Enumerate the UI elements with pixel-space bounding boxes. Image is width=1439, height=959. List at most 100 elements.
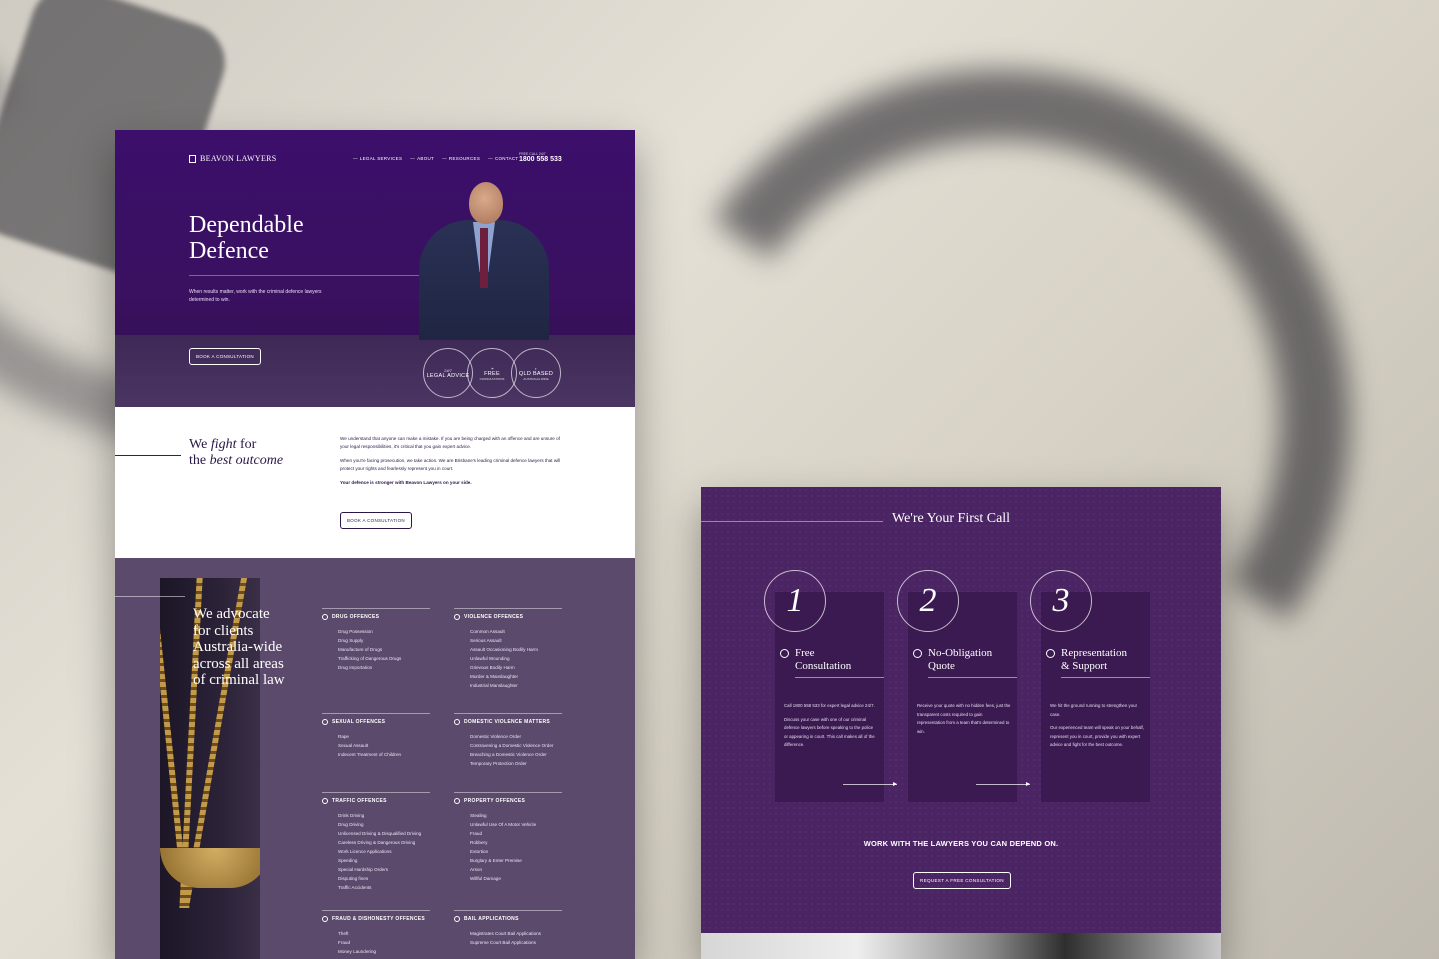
category-list: Drink Driving Drug Driving Unlicensed Driv… <box>322 811 430 892</box>
category-link[interactable]: Magistrates Court Bail Applications <box>470 929 562 938</box>
category-link[interactable]: Manufacture of Drugs <box>338 645 430 654</box>
category-link[interactable]: Fraud <box>338 938 430 947</box>
step-paragraph: Discuss your case with one of our crimin… <box>784 716 875 748</box>
category-heading[interactable]: DOMESTIC VIOLENCE MATTERS <box>454 719 562 725</box>
book-consultation-button[interactable]: BOOK A CONSULTATION <box>189 348 261 365</box>
category-link[interactable]: Willful Damage <box>470 874 562 883</box>
category-link[interactable]: Temporary Protection Order <box>470 759 562 768</box>
hero-title-line1: Dependable <box>189 212 304 238</box>
category-link[interactable]: Domestic Violence Order <box>470 732 562 741</box>
category-link[interactable]: Unlicensed Driving & Disqualified Drivin… <box>338 829 430 838</box>
step-divider <box>1061 677 1150 678</box>
category-link[interactable]: Sexual Assault <box>338 741 430 750</box>
practice-category: VIOLENCE OFFENCES Common Assault Serious A… <box>454 608 562 690</box>
intro-copy: We understand that anyone can make a mis… <box>340 435 568 493</box>
category-link[interactable]: Special Hardship Orders <box>338 865 430 874</box>
category-link[interactable]: Common Assault <box>470 627 562 636</box>
category-link[interactable]: Contravening a Domestic Violence Order <box>470 741 562 750</box>
intro-title-word: the <box>189 453 207 468</box>
category-link[interactable]: Supreme Court Bail Applications <box>470 938 562 947</box>
request-consultation-button[interactable]: REQUEST A FREE CONSULTATION <box>913 872 1011 889</box>
category-link[interactable]: Industrial Manslaughter <box>470 681 562 690</box>
step-card-2: 2 No-Obligation Quote Receive your quote… <box>897 570 1030 802</box>
category-heading[interactable]: PROPERTY OFFENCES <box>454 798 562 804</box>
intro-book-consultation-button[interactable]: BOOK A CONSULTATION <box>340 512 412 529</box>
category-list: Common Assault Serious Assault Assault Occ… <box>454 627 562 690</box>
category-link[interactable]: Stealing <box>470 811 562 820</box>
intro-paragraph: We understand that anyone can make a mis… <box>340 436 560 449</box>
practice-category: DOMESTIC VIOLENCE MATTERS Domestic Violen… <box>454 713 562 768</box>
category-link[interactable]: Drug Possession <box>338 627 430 636</box>
category-link[interactable]: Murder & Manslaughter <box>470 672 562 681</box>
category-heading[interactable]: DRUG OFFENCES <box>322 614 430 620</box>
step-paragraph: Call 1800 558 533 for expert legal advic… <box>784 703 875 708</box>
category-heading[interactable]: BAIL APPLICATIONS <box>454 916 562 922</box>
category-list: Drug Possession Drug Supply Manufacture of… <box>322 627 430 672</box>
category-link[interactable]: Careless Driving & Dangerous Driving <box>338 838 430 847</box>
category-divider <box>322 910 430 911</box>
category-link[interactable]: Fraud <box>470 829 562 838</box>
category-link[interactable]: Extortion <box>470 847 562 856</box>
category-divider <box>322 792 430 793</box>
step-title-line: Consultation <box>795 659 852 672</box>
category-link[interactable]: Drug Importation <box>338 663 430 672</box>
category-link[interactable]: Grievous Bodily Harm <box>470 663 562 672</box>
category-link[interactable]: Money Laundering <box>338 947 430 956</box>
category-heading[interactable]: FRAUD & DISHONESTY OFFENCES <box>322 916 430 922</box>
category-icon <box>454 916 460 922</box>
category-link[interactable]: Rape <box>338 732 430 741</box>
category-link[interactable]: Burglary & Enter Premise <box>470 856 562 865</box>
category-link[interactable]: Unlawful Use Of A Motor Vehicle <box>470 820 562 829</box>
badge-qld-based: ◗ QLD BASED AUSTRALIA WIDE <box>511 348 561 398</box>
category-link[interactable]: Unlawful Wounding <box>470 654 562 663</box>
step-title: Representation & Support <box>1061 647 1127 672</box>
category-link[interactable]: Arson <box>470 865 562 874</box>
check-circle-icon <box>1046 649 1055 658</box>
category-link[interactable]: Breaching a Domestic Violence Order <box>470 750 562 759</box>
category-link[interactable]: Disputing fines <box>338 874 430 883</box>
category-link[interactable]: Indecent Treatment of Children <box>338 750 430 759</box>
category-link[interactable]: Drug Supply <box>338 636 430 645</box>
nav-resources[interactable]: RESOURCES <box>442 156 480 161</box>
phone-link[interactable]: FREE CALL 24/7 1800 558 533 <box>519 152 562 163</box>
nav-about[interactable]: ABOUT <box>410 156 434 161</box>
phone-label: FREE CALL 24/7 <box>519 152 546 156</box>
category-link[interactable]: Theft <box>338 929 430 938</box>
category-title: TRAFFIC OFFENCES <box>332 798 387 804</box>
category-title: DRUG OFFENCES <box>332 614 380 620</box>
category-list: Theft Fraud Money Laundering <box>322 929 430 956</box>
category-link[interactable]: Drug Driving <box>338 820 430 829</box>
practice-title-line: Australia-wide <box>193 639 283 655</box>
category-divider <box>454 792 562 793</box>
category-heading[interactable]: VIOLENCE OFFENCES <box>454 614 562 620</box>
hero-title-line2: Defence <box>189 238 269 264</box>
category-heading[interactable]: SEXUAL OFFENCES <box>322 719 430 725</box>
category-link[interactable]: Work Licence Applications <box>338 847 430 856</box>
category-heading[interactable]: TRAFFIC OFFENCES <box>322 798 430 804</box>
nav-legal-services[interactable]: LEGAL SERVICES <box>353 156 402 161</box>
category-link[interactable]: Robbery <box>470 838 562 847</box>
category-link[interactable]: Traffic Accidents <box>338 883 430 892</box>
step-paragraph: Our experienced team will speak on your … <box>1050 725 1144 747</box>
step-title-line: Free <box>795 647 815 659</box>
hero-subtitle: When results matter, work with the crimi… <box>189 289 322 303</box>
category-list: Stealing Unlawful Use Of A Motor Vehicle F… <box>454 811 562 883</box>
step-copy: Call 1800 558 533 for expert legal advic… <box>784 702 878 755</box>
brand-logo[interactable]: BEAVON LAWYERS <box>189 154 277 163</box>
category-link[interactable]: Assault Occasioning Bodily Harm <box>470 645 562 654</box>
step-card-1: 1 Free Consultation Call 1800 558 533 fo… <box>764 570 897 802</box>
category-title: VIOLENCE OFFENCES <box>464 614 524 620</box>
check-circle-icon <box>780 649 789 658</box>
step-title: Free Consultation <box>795 647 851 672</box>
practice-category: FRAUD & DISHONESTY OFFENCES Theft Fraud Mon… <box>322 910 430 956</box>
category-list: Rape Sexual Assault Indecent Treatment of … <box>322 732 430 759</box>
step-title: No-Obligation Quote <box>928 647 992 672</box>
hero-divider <box>189 275 429 276</box>
category-link[interactable]: Speeding <box>338 856 430 865</box>
category-icon <box>454 614 460 620</box>
category-link[interactable]: Drink Driving <box>338 811 430 820</box>
practice-category: SEXUAL OFFENCES Rape Sexual Assault Indecen… <box>322 713 430 759</box>
category-link[interactable]: Serious Assault <box>470 636 562 645</box>
category-link[interactable]: Trafficking of Dangerous Drugs <box>338 654 430 663</box>
nav-contact[interactable]: CONTACT <box>488 156 518 161</box>
